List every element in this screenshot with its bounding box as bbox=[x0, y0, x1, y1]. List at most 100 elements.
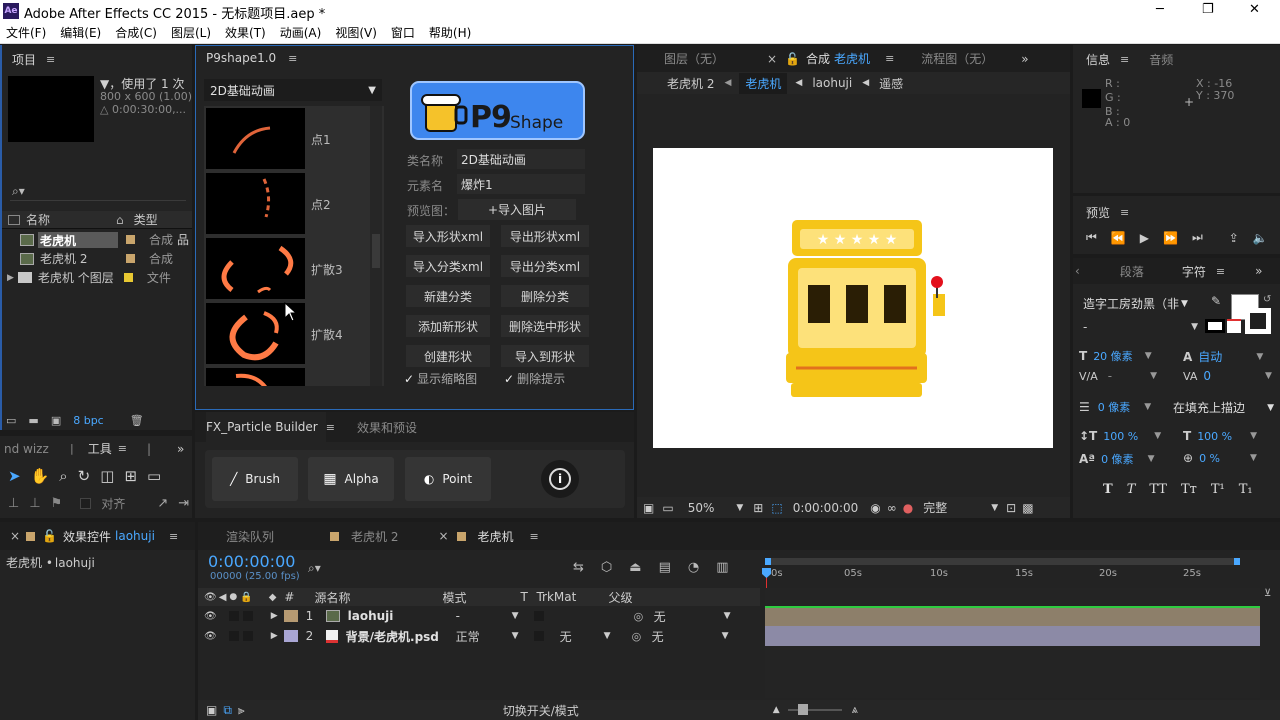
hscale-value[interactable]: 100 % bbox=[1197, 430, 1232, 443]
project-item[interactable]: 老虎机 2 合成 bbox=[2, 249, 192, 268]
zoom-slider[interactable] bbox=[787, 704, 842, 715]
menu-file[interactable]: 文件(F) bbox=[6, 24, 46, 41]
import-category-xml-button[interactable]: 导入分类xml bbox=[406, 255, 490, 277]
trkmat-value[interactable]: 无 bbox=[560, 628, 604, 645]
stroke-mode-dropdown[interactable]: 在填充上描边 ▼ bbox=[1173, 399, 1274, 416]
chevron-down-icon[interactable]: ▼ bbox=[1250, 453, 1257, 463]
menu-view[interactable]: 视图(V) bbox=[335, 24, 377, 41]
anchor-tool-icon[interactable]: ⊥ bbox=[8, 496, 19, 511]
swap-colors-icon[interactable]: ↺ bbox=[1263, 294, 1271, 305]
preserve-transparency-toggle[interactable] bbox=[533, 631, 544, 641]
menu-edit[interactable]: 编辑(E) bbox=[60, 24, 101, 41]
new-category-button[interactable]: 新建分类 bbox=[406, 285, 490, 307]
comp-mini-flowchart-icon[interactable]: ▣ bbox=[206, 703, 217, 717]
eyedropper-icon[interactable]: ✎ bbox=[1211, 294, 1221, 308]
tab-info[interactable]: 信息 bbox=[1086, 51, 1110, 68]
close-icon[interactable]: × bbox=[438, 529, 448, 543]
trash-icon[interactable]: 🗑 bbox=[130, 414, 144, 427]
label-swatch[interactable] bbox=[283, 610, 298, 622]
chevron-down-icon[interactable]: ▼ bbox=[1250, 431, 1257, 441]
region-icon[interactable]: ⊡ bbox=[1006, 501, 1016, 515]
delete-category-button[interactable]: 删除分类 bbox=[501, 285, 589, 307]
color-channels-icon[interactable]: ● bbox=[903, 501, 913, 515]
comp-canvas[interactable]: ★ ★ ★ ★ ★ bbox=[653, 148, 1053, 448]
hand-tool-icon[interactable]: ✋ bbox=[31, 467, 50, 485]
tab-p9shape[interactable]: P9shape1.0 bbox=[206, 51, 276, 65]
column-source-name[interactable]: 源名称 bbox=[314, 589, 442, 606]
chevron-down-icon[interactable]: ▼ bbox=[736, 503, 743, 513]
snapshot-icon[interactable]: ▣ bbox=[643, 501, 654, 515]
tab-preview[interactable]: 预览 bbox=[1086, 204, 1110, 221]
tab-layer[interactable]: 图层（无） bbox=[664, 50, 724, 67]
import-shape-xml-button[interactable]: 导入形状xml bbox=[406, 225, 490, 247]
project-search-field[interactable] bbox=[10, 200, 186, 201]
delete-tip-checkbox[interactable]: ✓ 删除提示 bbox=[504, 370, 565, 387]
create-shape-button[interactable]: 创建形状 bbox=[406, 345, 490, 367]
new-folder-icon[interactable]: ▬ bbox=[28, 414, 38, 427]
expand-arrow-icon[interactable]: ▶ bbox=[271, 631, 278, 641]
tab-effects-presets[interactable]: 效果和预设 bbox=[357, 419, 417, 436]
zoom-out-icon[interactable]: ▲ bbox=[773, 705, 780, 715]
parent-dropdown[interactable]: 无 bbox=[652, 628, 722, 645]
tab-comp[interactable]: 老虎机 bbox=[478, 528, 514, 545]
import-to-shape-button[interactable]: 导入到形状 bbox=[501, 345, 589, 367]
more-panels-icon[interactable]: » bbox=[1021, 52, 1028, 66]
quality-value[interactable]: 完整 bbox=[923, 499, 947, 516]
parent-dropdown[interactable]: 无 bbox=[654, 608, 724, 625]
pickwhip-icon[interactable]: ◎ bbox=[632, 630, 652, 643]
more-panels-icon[interactable]: » bbox=[1255, 264, 1262, 278]
chevron-down-icon[interactable]: ▼ bbox=[604, 631, 632, 641]
graph-editor-icon[interactable]: ▥ bbox=[716, 560, 728, 575]
project-item[interactable]: 老虎机 合成 品 bbox=[2, 230, 192, 249]
brush-button[interactable]: ╱ Brush bbox=[212, 457, 298, 501]
superscript-button[interactable]: T¹ bbox=[1211, 482, 1225, 497]
work-area-end-handle[interactable] bbox=[1234, 558, 1240, 565]
show-thumb-checkbox[interactable]: ✓ 显示缩略图 bbox=[404, 370, 477, 387]
draft-3d-icon[interactable]: ⬡ bbox=[601, 560, 612, 575]
expand-icon[interactable]: ↗ bbox=[157, 496, 168, 511]
channel-icon[interactable]: ∞ bbox=[887, 501, 897, 515]
project-search-icon[interactable]: ⌕▾ bbox=[12, 184, 25, 199]
class-name-field[interactable]: 2D基础动画 bbox=[457, 149, 585, 169]
faux-italic-button[interactable]: T bbox=[1127, 482, 1136, 497]
tab-comp-2[interactable]: 老虎机 2 bbox=[351, 528, 398, 545]
menu-composition[interactable]: 合成(C) bbox=[115, 24, 157, 41]
import-image-button[interactable]: +导入图片 bbox=[458, 199, 576, 220]
bpc-toggle[interactable]: 8 bpc bbox=[73, 414, 104, 427]
chevron-down-icon[interactable]: ▼ bbox=[512, 611, 534, 621]
chevron-down-icon[interactable]: ▼ bbox=[1145, 351, 1152, 361]
thumb-image[interactable] bbox=[206, 108, 305, 169]
faux-bold-button[interactable]: T bbox=[1103, 482, 1113, 497]
expand-panes-icon[interactable]: ⫸ bbox=[238, 703, 245, 718]
export-shape-xml-button[interactable]: 导出形状xml bbox=[501, 225, 589, 247]
layer-row[interactable]: 👁 ▶ 2 背景/老虎机.psd 正常 ▼ 无 ▼ ◎ 无 ▼ bbox=[198, 626, 760, 646]
chevron-down-icon[interactable]: ▼ bbox=[1144, 402, 1151, 412]
mode-dropdown[interactable]: - bbox=[456, 609, 512, 623]
tab-render-queue[interactable]: 渲染队列 bbox=[226, 528, 274, 545]
column-trkmat[interactable]: TrkMat bbox=[536, 590, 608, 604]
pan-behind-tool-icon[interactable]: ⊞ bbox=[124, 467, 137, 485]
play-icon[interactable]: ▶ bbox=[1140, 231, 1149, 245]
layer-bar-1[interactable] bbox=[765, 606, 1260, 626]
rotate-tool-icon[interactable]: ↻ bbox=[78, 467, 91, 485]
chevron-down-icon[interactable]: ▼ bbox=[512, 631, 534, 641]
maximize-button[interactable]: ❐ bbox=[1202, 2, 1214, 17]
camera-icon[interactable]: ◉ bbox=[870, 501, 880, 515]
stroke-width-value[interactable]: 0 像素 bbox=[1098, 399, 1131, 415]
tab-paragraph[interactable]: 段落 bbox=[1120, 263, 1144, 280]
no-stroke-swatch[interactable] bbox=[1227, 319, 1241, 333]
preserve-transparency-toggle[interactable] bbox=[533, 611, 544, 621]
breadcrumb-item[interactable]: laohuji bbox=[812, 76, 852, 90]
panel-menu-icon[interactable]: ≡ bbox=[288, 52, 297, 65]
pickwhip-icon[interactable]: ◎ bbox=[634, 610, 654, 623]
no-fill-swatch[interactable] bbox=[1205, 319, 1225, 333]
panel-menu-icon[interactable]: ≡ bbox=[530, 530, 539, 543]
prev-frame-icon[interactable]: ⏪ bbox=[1111, 231, 1126, 245]
layer-row[interactable]: 👁 ▶ 1 laohuji - ▼ ◎ 无 ▼ bbox=[198, 606, 760, 626]
delete-selected-shape-button[interactable]: 删除选中形状 bbox=[501, 315, 589, 337]
close-button[interactable]: ✕ bbox=[1249, 2, 1260, 17]
layer-bar-2[interactable] bbox=[765, 626, 1260, 646]
tab-character[interactable]: 字符 bbox=[1182, 263, 1206, 280]
label-swatch[interactable] bbox=[283, 630, 298, 642]
tab-comp-name[interactable]: 老虎机 bbox=[834, 50, 870, 67]
